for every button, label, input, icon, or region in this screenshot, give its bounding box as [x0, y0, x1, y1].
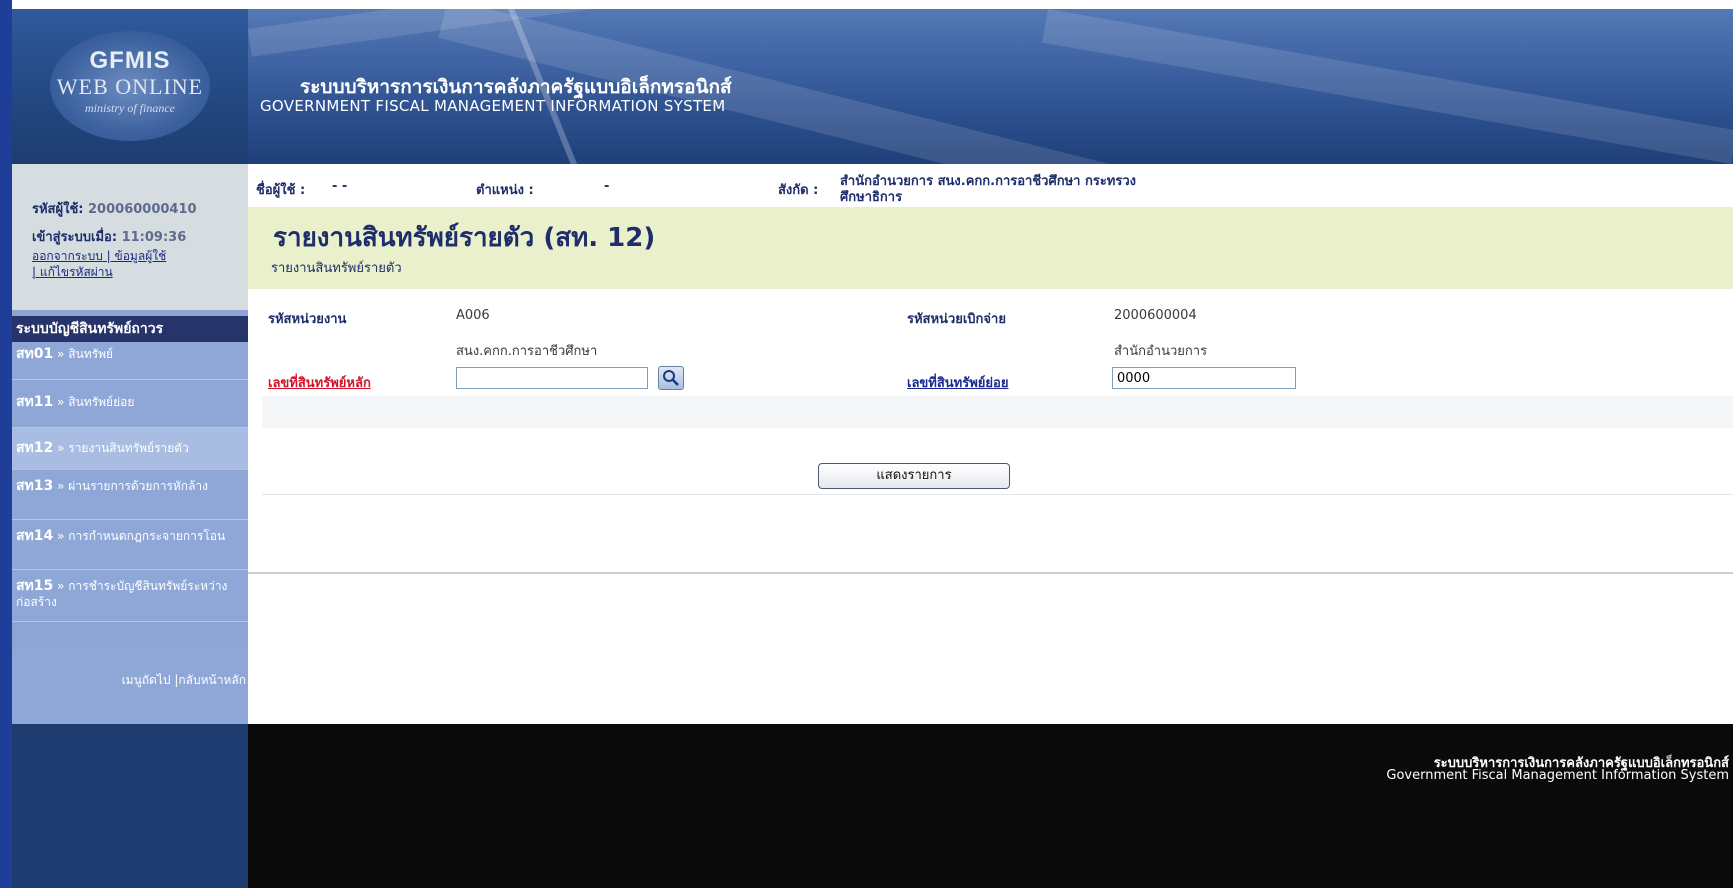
sidebar: รหัสผู้ใช้: 200060000410 เข้าสู่ระบบเมื่…	[12, 164, 248, 724]
position-label: ตำแหน่ง :	[476, 183, 534, 198]
change-password-link[interactable]: แก้ไขรหัสผ่าน	[40, 265, 113, 279]
footer-title-english: Government Fiscal Management Information…	[1386, 768, 1729, 783]
footer: ระบบบริหารการเงินการคลังภาครัฐแบบอิเล็กท…	[12, 724, 1733, 888]
main-asset-search-button[interactable]	[658, 366, 684, 390]
username-label: ชื่อผู้ใช้ :	[256, 183, 306, 198]
menu-footer-links: เมนูถัดไป |กลับหน้าหลัก	[121, 673, 246, 687]
menu-code: สท15	[16, 578, 54, 594]
form-row-actions: แสดงรายการ	[262, 460, 1733, 495]
home-link[interactable]: กลับหน้าหลัก	[178, 673, 246, 687]
disburse-code-value: 2000600004	[1114, 308, 1197, 323]
menu-item-st12[interactable]: สท12 » รายงานสินทรัพย์รายตัว	[12, 428, 248, 470]
menu-label: » การกำหนดกฎกระจายการโอน	[57, 529, 226, 543]
agency-name: สนง.คกก.การอาชีวศึกษา	[456, 344, 598, 359]
logo-web-online-text: WEB ONLINE	[56, 74, 204, 99]
menu-label: » สินทรัพย์	[57, 347, 114, 361]
logout-link[interactable]: ออกจากระบบ	[32, 249, 103, 263]
main-content: ชื่อผู้ใช้ : - - ตำแหน่ง : - สังกัด : สำ…	[248, 164, 1733, 574]
menu-item-st01[interactable]: สท01 » สินทรัพย์	[12, 342, 248, 380]
affiliation-value-line2: ศึกษาธิการ	[840, 190, 903, 205]
next-menu-link[interactable]: เมนูถัดไป	[122, 673, 171, 687]
form-row-empty	[262, 396, 1733, 429]
menu-code: สท13	[16, 478, 54, 494]
show-list-button[interactable]: แสดงรายการ	[818, 463, 1010, 489]
menu-footer: เมนูถัดไป |กลับหน้าหลัก	[12, 649, 248, 724]
footer-left-block	[12, 724, 248, 888]
main-asset-input[interactable]	[456, 367, 648, 389]
user-id-label: รหัสผู้ใช้:	[32, 202, 84, 217]
form-row-codes: รหัสหน่วยงาน A006 รหัสหน่วยเบิกจ่าย 2000…	[262, 300, 1733, 333]
top-edge	[0, 0, 1733, 9]
logo[interactable]: GFMIS WEB ONLINE ministry of finance	[12, 9, 248, 164]
left-border	[0, 0, 12, 888]
menu-label: » ผ่านรายการด้วยการหักล้าง	[57, 479, 209, 493]
menu-item-st14[interactable]: สท14 » การกำหนดกฎกระจายการโอน	[12, 520, 248, 570]
menu-code: สท11	[16, 394, 54, 410]
module-title: ระบบบัญชีสินทรัพย์ถาวร	[12, 316, 248, 342]
user-info-bar: ชื่อผู้ใช้ : - - ตำแหน่ง : - สังกัด : สำ…	[248, 164, 1733, 207]
agency-code-value: A006	[456, 308, 490, 323]
user-links: ออกจากระบบ | ข้อมูลผู้ใช้ | แก้ไขรหัสผ่า…	[32, 249, 167, 279]
form-row-assets: เลขที่สินทรัพย์หลัก เลขที่สินทรัพย์ย่อย	[262, 364, 1733, 397]
login-time-value: 11:09:36	[121, 230, 187, 245]
disburse-code-label: รหัสหน่วยเบิกจ่าย	[907, 312, 1006, 327]
user-info-panel: รหัสผู้ใช้: 200060000410 เข้าสู่ระบบเมื่…	[12, 164, 248, 310]
banner-ray	[1042, 9, 1733, 164]
login-time-label: เข้าสู่ระบบเมื่อ:	[32, 230, 118, 245]
system-title-english: GOVERNMENT FISCAL MANAGEMENT INFORMATION…	[260, 97, 726, 115]
logo-ministry-text: ministry of finance	[85, 101, 175, 115]
search-icon	[663, 370, 679, 386]
banner: ระบบบริหารการเงินการคลังภาครัฐแบบอิเล็กท…	[248, 9, 1733, 164]
menu-item-st15[interactable]: สท15 » การชำระบัญชีสินทรัพย์ระหว่างก่อสร…	[12, 570, 248, 622]
user-id-row: รหัสผู้ใช้: 200060000410	[32, 198, 197, 219]
disburse-name: สำนักอำนวยการ	[1114, 344, 1208, 359]
menu-code: สท14	[16, 528, 54, 544]
form-row-empty	[262, 428, 1733, 461]
menu-code: สท12	[16, 440, 54, 456]
menu-item-st13[interactable]: สท13 » ผ่านรายการด้วยการหักล้าง	[12, 470, 248, 520]
banner-ray	[248, 9, 1144, 57]
login-time-row: เข้าสู่ระบบเมื่อ: 11:09:36	[32, 226, 186, 247]
menu-item-st11[interactable]: สท11 » สินทรัพย์ย่อย	[12, 380, 248, 428]
user-info-link[interactable]: ข้อมูลผู้ใช้	[115, 249, 167, 263]
agency-code-label: รหัสหน่วยงาน	[268, 312, 347, 327]
page-header: รายงานสินทรัพย์รายตัว (สท. 12) รายงานสิน…	[248, 207, 1733, 289]
menu-label: » รายงานสินทรัพย์รายตัว	[57, 441, 189, 455]
user-id-value: 200060000410	[88, 202, 197, 217]
form-row-names: สนง.คกก.การอาชีวศึกษา สำนักอำนวยการ	[262, 332, 1733, 365]
page-subtitle: รายงานสินทรัพย์รายตัว	[271, 261, 402, 276]
affiliation-label: สังกัด :	[778, 183, 819, 198]
sub-asset-label-link[interactable]: เลขที่สินทรัพย์ย่อย	[907, 372, 1008, 393]
username-value: - -	[332, 179, 348, 194]
logo-gfmis-text: GFMIS	[89, 47, 171, 74]
position-value: -	[604, 179, 610, 194]
sub-asset-input[interactable]	[1112, 367, 1296, 389]
header: GFMIS WEB ONLINE ministry of finance ระบ…	[12, 9, 1733, 164]
main-asset-label-link[interactable]: เลขที่สินทรัพย์หลัก	[268, 372, 371, 393]
page-title: รายงานสินทรัพย์รายตัว (สท. 12)	[273, 223, 656, 253]
menu-code: สท01	[16, 346, 54, 362]
menu-label: » สินทรัพย์ย่อย	[57, 395, 135, 409]
